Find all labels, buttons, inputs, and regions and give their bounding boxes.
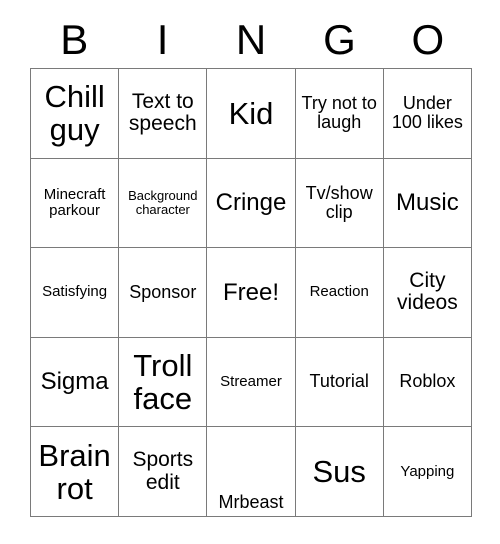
bingo-cell-o4[interactable]: Roblox — [383, 337, 472, 428]
bingo-cell-label: Reaction — [309, 283, 369, 301]
bingo-cell-label: City videos — [397, 269, 458, 315]
bingo-cell-label: Try not to laugh — [301, 93, 377, 133]
bingo-cell-label: Sponsor — [129, 281, 197, 302]
bingo-cell-i3[interactable]: Sponsor — [119, 248, 208, 338]
bingo-cell-label: Tv/show clip — [305, 182, 373, 222]
bingo-header-letter-n: N — [235, 16, 267, 63]
bingo-free-space-label: Free! — [222, 278, 279, 306]
bingo-header-row: B I N G O — [30, 12, 472, 68]
bingo-cell-label: Mrbeast — [218, 491, 284, 512]
bingo-cell-label: Kid — [228, 95, 274, 131]
bingo-cell-n5[interactable]: Mrbeast — [207, 427, 296, 517]
bingo-cell-label: Yapping — [400, 462, 455, 480]
bingo-cell-label: Chill guy — [44, 79, 105, 148]
bingo-grid: Chill guy Text to speech Kid Try not to … — [30, 68, 472, 517]
bingo-card: B I N G O Chill guy Text to speech Kid T… — [0, 0, 500, 544]
bingo-cell-label: Sigma — [40, 368, 109, 396]
bingo-cell-n4[interactable]: Streamer — [207, 337, 296, 428]
bingo-header-letter-i: I — [156, 16, 169, 63]
bingo-cell-o2[interactable]: Music — [383, 158, 472, 249]
bingo-cell-g5[interactable]: Sus — [295, 427, 384, 517]
bingo-cell-label: Sus — [312, 454, 366, 490]
bingo-cell-n2[interactable]: Cringe — [207, 158, 296, 249]
bingo-cell-g3[interactable]: Reaction — [295, 248, 384, 338]
bingo-cell-i5[interactable]: Sports edit — [119, 427, 208, 517]
bingo-cell-o5[interactable]: Yapping — [383, 427, 472, 517]
bingo-cell-label: Tutorial — [309, 371, 369, 392]
bingo-cell-o3[interactable]: City videos — [383, 248, 472, 338]
bingo-cell-label: Cringe — [215, 189, 287, 217]
bingo-cell-n1[interactable]: Kid — [207, 69, 296, 159]
bingo-header-letter-o: O — [411, 16, 445, 63]
bingo-header-letter-b: B — [60, 16, 89, 63]
bingo-cell-g4[interactable]: Tutorial — [295, 337, 384, 428]
bingo-cell-i2[interactable]: Background character — [119, 158, 208, 249]
bingo-cell-b5[interactable]: Brain rot — [31, 427, 120, 517]
bingo-cell-b2[interactable]: Minecraft parkour — [31, 158, 120, 249]
bingo-cell-b4[interactable]: Sigma — [31, 337, 120, 428]
bingo-cell-o1[interactable]: Under 100 likes — [383, 69, 472, 159]
bingo-cell-label: Music — [396, 189, 459, 217]
bingo-cell-label: Text to speech — [128, 89, 197, 136]
bingo-cell-b1[interactable]: Chill guy — [31, 69, 120, 159]
bingo-cell-label: Troll face — [133, 347, 193, 417]
bingo-cell-label: Under 100 likes — [391, 93, 463, 133]
bingo-cell-label: Streamer — [220, 373, 282, 391]
bingo-cell-label: Satisfying — [42, 283, 108, 301]
bingo-cell-i4[interactable]: Troll face — [119, 337, 208, 428]
bingo-header-letter-g: G — [323, 16, 356, 63]
bingo-cell-i1[interactable]: Text to speech — [119, 69, 208, 159]
bingo-cell-g1[interactable]: Try not to laugh — [295, 69, 384, 159]
bingo-cell-label: Sports edit — [132, 448, 194, 494]
bingo-cell-g2[interactable]: Tv/show clip — [295, 158, 384, 249]
bingo-cell-label: Roblox — [399, 371, 456, 392]
bingo-cell-label: Brain rot — [38, 437, 111, 506]
bingo-cell-label: Minecraft parkour — [43, 185, 106, 219]
bingo-cell-label: Background character — [128, 187, 198, 217]
bingo-cell-free-space[interactable]: Free! — [207, 248, 296, 338]
bingo-cell-b3[interactable]: Satisfying — [31, 248, 120, 338]
